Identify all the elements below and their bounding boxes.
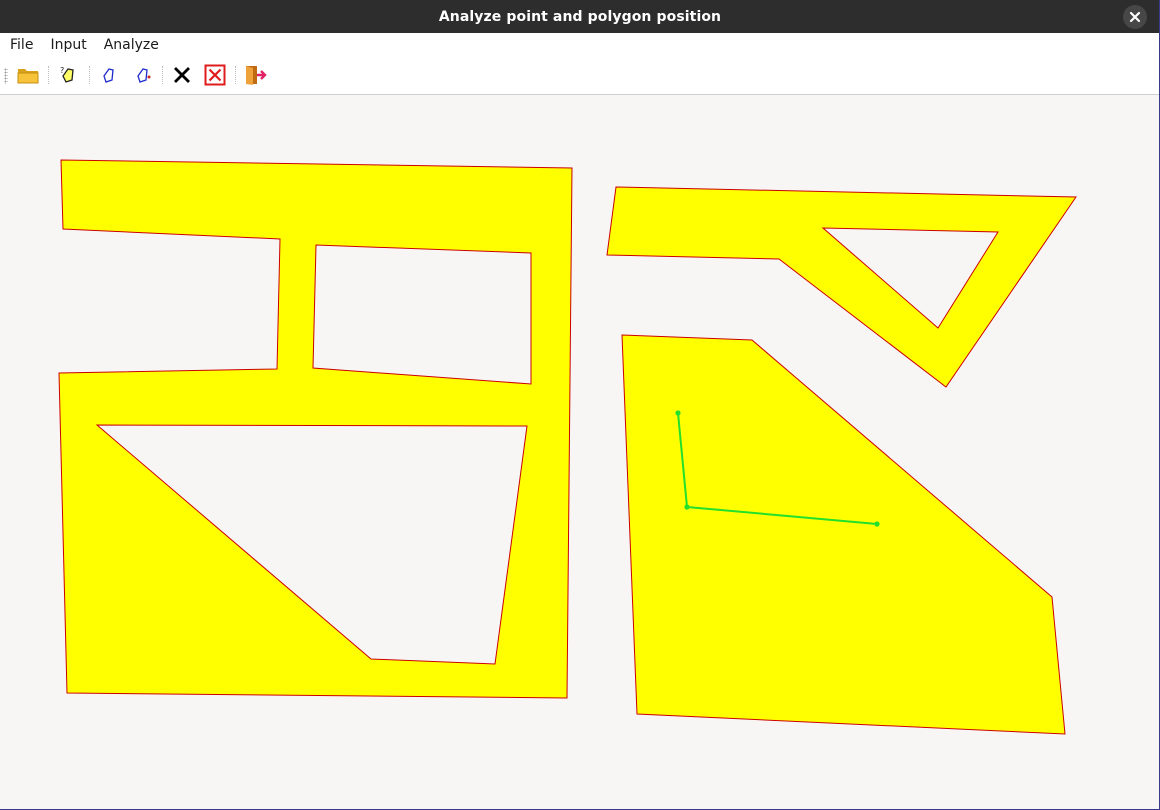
polygon-left (58, 159, 573, 699)
toolbar: ? (0, 57, 1160, 95)
polygon-icon (103, 68, 114, 83)
title-bar: Analyze point and polygon position (0, 0, 1160, 33)
canvas-svg (58, 159, 1077, 735)
polygon-point-icon (137, 68, 151, 83)
window-title: Analyze point and polygon position (438, 8, 722, 25)
clear-all-button[interactable] (202, 62, 228, 88)
polygon-button[interactable] (96, 62, 122, 88)
polyline-vertex[interactable] (675, 410, 681, 416)
clear-icon (174, 67, 190, 83)
drawing-canvas[interactable] (0, 95, 1160, 810)
polyline-vertex[interactable] (684, 504, 690, 510)
open-button[interactable] (15, 62, 41, 88)
clear-all-icon (204, 64, 226, 86)
input-polygon-icon: ? (60, 66, 74, 83)
close-button[interactable] (1123, 5, 1147, 29)
app-window: Analyze point and polygon position File … (0, 0, 1160, 810)
menu-file[interactable]: File (0, 33, 40, 57)
close-icon (1129, 11, 1141, 23)
polygon-bottom-right (621, 334, 1066, 735)
polyline-vertex[interactable] (874, 521, 880, 527)
svg-text:?: ? (60, 66, 64, 75)
input-polygon-button[interactable]: ? (55, 62, 81, 88)
exit-button[interactable] (242, 62, 268, 88)
toolbar-grip[interactable] (4, 68, 8, 84)
polygon-point-button[interactable] (130, 62, 156, 88)
toolbar-separator (48, 66, 50, 84)
exit-icon (246, 66, 267, 85)
clear-button[interactable] (169, 62, 195, 88)
toolbar-separator (89, 66, 91, 84)
toolbar-separator (235, 66, 237, 84)
menu-bar: File Input Analyze (0, 33, 1160, 58)
menu-input[interactable]: Input (40, 33, 93, 57)
toolbar-separator (162, 66, 164, 84)
menu-analyze[interactable]: Analyze (94, 33, 166, 57)
open-folder-icon (17, 69, 39, 84)
